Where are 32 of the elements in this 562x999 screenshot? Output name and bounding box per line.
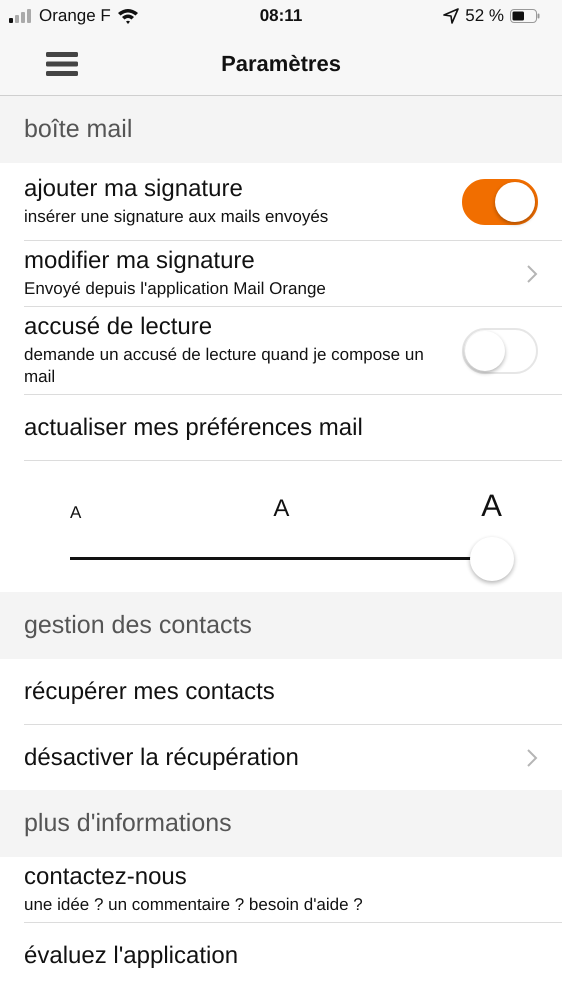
section-header: gestion des contacts (24, 611, 252, 640)
wifi-icon (116, 8, 139, 24)
battery-percent: 52 % (465, 6, 504, 26)
text-size-slider[interactable] (70, 537, 514, 582)
setting-title[interactable]: accusé de lecture (24, 313, 424, 341)
battery-icon (510, 9, 540, 23)
setting-description: insérer une signature aux mails envoyés (24, 206, 328, 228)
setting-title[interactable]: évaluez l'application (24, 942, 238, 970)
menu-icon[interactable] (46, 52, 78, 76)
setting-title[interactable]: modifier ma signature (24, 246, 326, 275)
setting-title[interactable]: désactiver la récupération (24, 744, 299, 772)
setting-title[interactable]: ajouter ma signature (24, 174, 328, 203)
setting-title[interactable]: récupérer mes contacts (24, 678, 275, 706)
setting-title[interactable]: contactez-nous (24, 863, 363, 892)
slider-thumb[interactable] (470, 537, 514, 582)
toggle-switch[interactable] (462, 178, 538, 224)
chevron-right-icon (526, 264, 538, 284)
carrier-name: Orange F (39, 6, 111, 26)
setting-title[interactable]: actualiser mes préférences mail (24, 414, 363, 442)
chevron-right-icon (526, 748, 538, 768)
section-header: plus d'informations (24, 809, 232, 838)
screen-title: Paramètres (221, 50, 341, 76)
clock-time: 08:11 (260, 6, 302, 26)
location-arrow-icon (443, 8, 460, 24)
signal-icon (9, 9, 33, 23)
setting-description: une idée ? un commentaire ? besoin d'aide ? (24, 894, 363, 916)
setting-description: Envoyé depuis l'application Mail Orange (24, 278, 326, 300)
text-size-label: A (273, 497, 290, 522)
section-header: boîte mail (24, 115, 132, 144)
text-size-label: A (70, 504, 82, 522)
setting-description: demande un accusé de lecture quand je compose un mail (24, 344, 424, 388)
text-size-label: A (481, 490, 502, 522)
